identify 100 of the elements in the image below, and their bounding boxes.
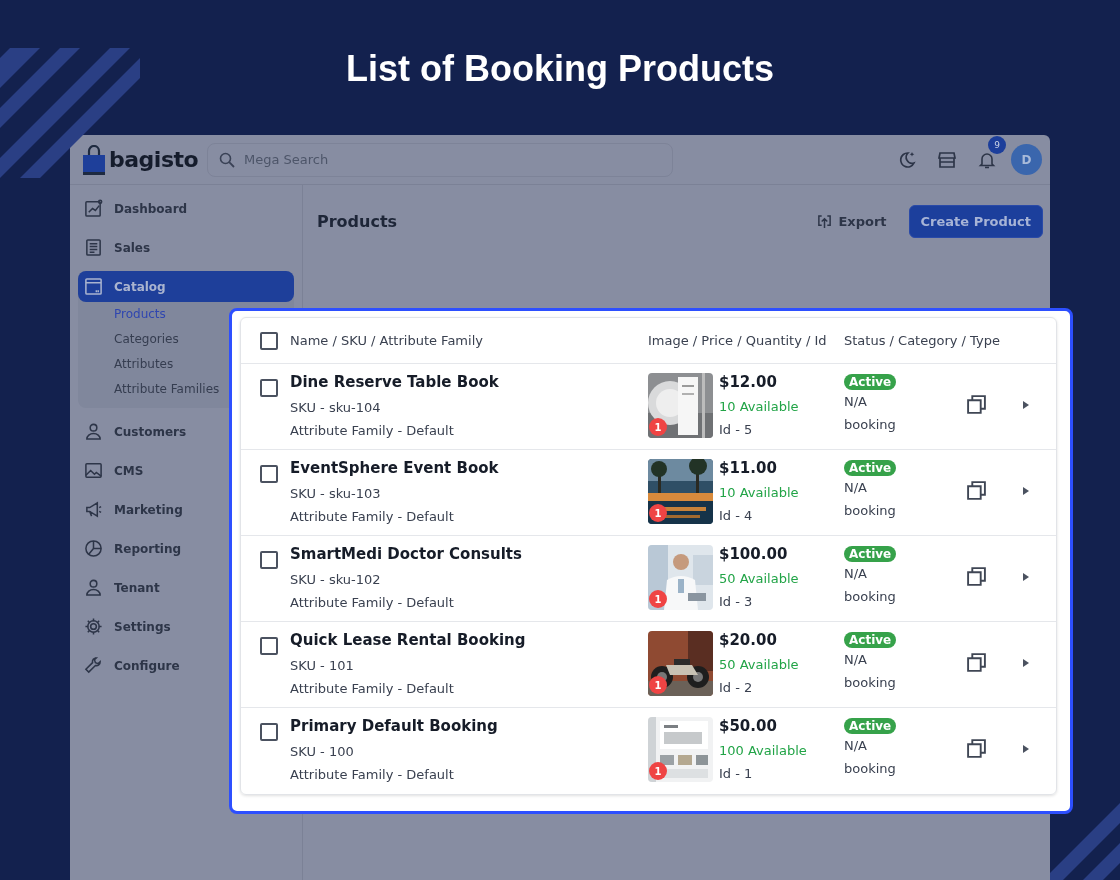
create-product-button[interactable]: Create Product bbox=[908, 205, 1043, 238]
status-badge: Active bbox=[844, 460, 897, 476]
checkbox[interactable] bbox=[260, 551, 278, 569]
person-icon bbox=[84, 422, 103, 441]
product-type: booking bbox=[844, 760, 896, 778]
receipt-icon bbox=[84, 238, 103, 257]
product-category: N/A bbox=[844, 393, 867, 411]
product-price: $100.00 bbox=[719, 545, 789, 565]
person-icon bbox=[84, 578, 103, 597]
caret-right-icon[interactable] bbox=[1022, 744, 1030, 754]
product-category: N/A bbox=[844, 565, 867, 583]
upload-icon bbox=[817, 214, 833, 229]
copy-icon[interactable] bbox=[966, 652, 987, 673]
sidebar-item[interactable]: Reporting bbox=[78, 533, 190, 564]
product-category: N/A bbox=[844, 651, 867, 669]
caret-right-icon[interactable] bbox=[1022, 572, 1030, 582]
copy-icon[interactable] bbox=[966, 566, 987, 587]
pie-chart-icon bbox=[84, 539, 103, 558]
product-type: booking bbox=[844, 502, 896, 520]
product-sku: SKU - sku-104 bbox=[290, 399, 382, 417]
product-name: Dine Reserve Table Book bbox=[290, 373, 500, 393]
wrench-icon bbox=[84, 656, 103, 675]
quantity-available: 50 Available bbox=[719, 570, 799, 588]
product-type: booking bbox=[844, 674, 896, 692]
megaphone-icon bbox=[84, 500, 103, 519]
status-badge: Active bbox=[844, 718, 897, 734]
checkbox[interactable] bbox=[260, 379, 278, 397]
product-sku: SKU - sku-103 bbox=[290, 485, 382, 503]
product-id: Id - 1 bbox=[719, 765, 754, 783]
submenu-item[interactable]: Categories bbox=[78, 327, 179, 352]
product-price: $20.00 bbox=[719, 631, 778, 651]
product-sku: SKU - 101 bbox=[290, 657, 355, 675]
quantity-available: 10 Available bbox=[719, 484, 799, 502]
search-icon bbox=[219, 151, 235, 168]
gear-icon bbox=[84, 617, 103, 636]
caret-right-icon[interactable] bbox=[1022, 658, 1030, 668]
headline: List of Booking Products bbox=[346, 48, 774, 91]
copy-icon[interactable] bbox=[966, 480, 987, 501]
notification-badge: 9 bbox=[988, 135, 1006, 154]
product-price: $11.00 bbox=[719, 459, 778, 479]
copy-icon[interactable] bbox=[966, 394, 987, 415]
sidebar-item[interactable]: Dashboard bbox=[78, 193, 196, 224]
column-header: Status / Category / Type bbox=[844, 333, 1001, 348]
status-badge: Active bbox=[844, 632, 897, 648]
product-sku: SKU - 100 bbox=[290, 743, 355, 761]
product-sku: SKU - sku-102 bbox=[290, 571, 382, 589]
attribute-family: Attribute Family - Default bbox=[290, 680, 455, 698]
product-id: Id - 3 bbox=[719, 593, 754, 611]
caret-right-icon[interactable] bbox=[1022, 400, 1030, 410]
quantity-available: 100 Available bbox=[719, 742, 807, 760]
sidebar-item[interactable]: Tenant bbox=[78, 572, 168, 603]
user-avatar[interactable]: D bbox=[1011, 144, 1042, 175]
chart-icon bbox=[84, 199, 103, 218]
submenu-item[interactable]: Attribute Families bbox=[78, 377, 220, 402]
column-header: Image / Price / Quantity / Id bbox=[648, 333, 828, 348]
store-icon[interactable] bbox=[937, 149, 957, 170]
product-id: Id - 5 bbox=[719, 421, 754, 439]
sidebar-item[interactable]: Customers bbox=[78, 416, 195, 447]
export-button[interactable]: Export bbox=[809, 208, 895, 235]
logo-text: bagisto bbox=[109, 147, 199, 172]
attribute-family: Attribute Family - Default bbox=[290, 422, 455, 440]
checkbox[interactable] bbox=[260, 331, 278, 350]
checkbox[interactable] bbox=[260, 465, 278, 483]
sidebar-item[interactable]: Sales bbox=[78, 232, 159, 263]
search-field[interactable]: Mega Search bbox=[207, 142, 673, 177]
sidebar-item[interactable]: CMS bbox=[78, 455, 152, 486]
product-name: Primary Default Booking bbox=[290, 717, 499, 737]
sidebar-item[interactable]: Settings bbox=[78, 611, 179, 642]
product-name: EventSphere Event Book bbox=[290, 459, 500, 479]
copy-icon[interactable] bbox=[966, 738, 987, 759]
moon-icon[interactable] bbox=[897, 149, 917, 170]
attribute-family: Attribute Family - Default bbox=[290, 508, 455, 526]
sidebar-item[interactable]: Configure bbox=[78, 650, 188, 681]
product-type: booking bbox=[844, 588, 896, 606]
sidebar-item[interactable]: Catalog bbox=[78, 271, 294, 302]
bag-icon bbox=[83, 144, 105, 175]
image-icon bbox=[84, 461, 103, 480]
attribute-family: Attribute Family - Default bbox=[290, 766, 455, 784]
submenu-item[interactable]: Attributes bbox=[78, 352, 174, 377]
checkbox[interactable] bbox=[260, 723, 278, 741]
checkbox[interactable] bbox=[260, 637, 278, 655]
product-price: $12.00 bbox=[719, 373, 778, 393]
attribute-family: Attribute Family - Default bbox=[290, 594, 455, 612]
quantity-available: 10 Available bbox=[719, 398, 799, 416]
status-badge: Active bbox=[844, 374, 897, 390]
page-title: Products bbox=[317, 212, 398, 231]
product-id: Id - 2 bbox=[719, 679, 754, 697]
product-category: N/A bbox=[844, 479, 867, 497]
submenu-item[interactable]: Products bbox=[78, 302, 166, 327]
quantity-available: 50 Available bbox=[719, 656, 799, 674]
sidebar-item[interactable]: Marketing bbox=[78, 494, 191, 525]
column-header: Name / SKU / Attribute Family bbox=[290, 333, 484, 348]
layout-icon bbox=[84, 277, 103, 296]
product-id: Id - 4 bbox=[719, 507, 754, 525]
product-name: Quick Lease Rental Booking bbox=[290, 631, 527, 651]
product-type: booking bbox=[844, 416, 896, 434]
product-category: N/A bbox=[844, 737, 867, 755]
product-name: SmartMedi Doctor Consults bbox=[290, 545, 523, 565]
status-badge: Active bbox=[844, 546, 897, 562]
caret-right-icon[interactable] bbox=[1022, 486, 1030, 496]
